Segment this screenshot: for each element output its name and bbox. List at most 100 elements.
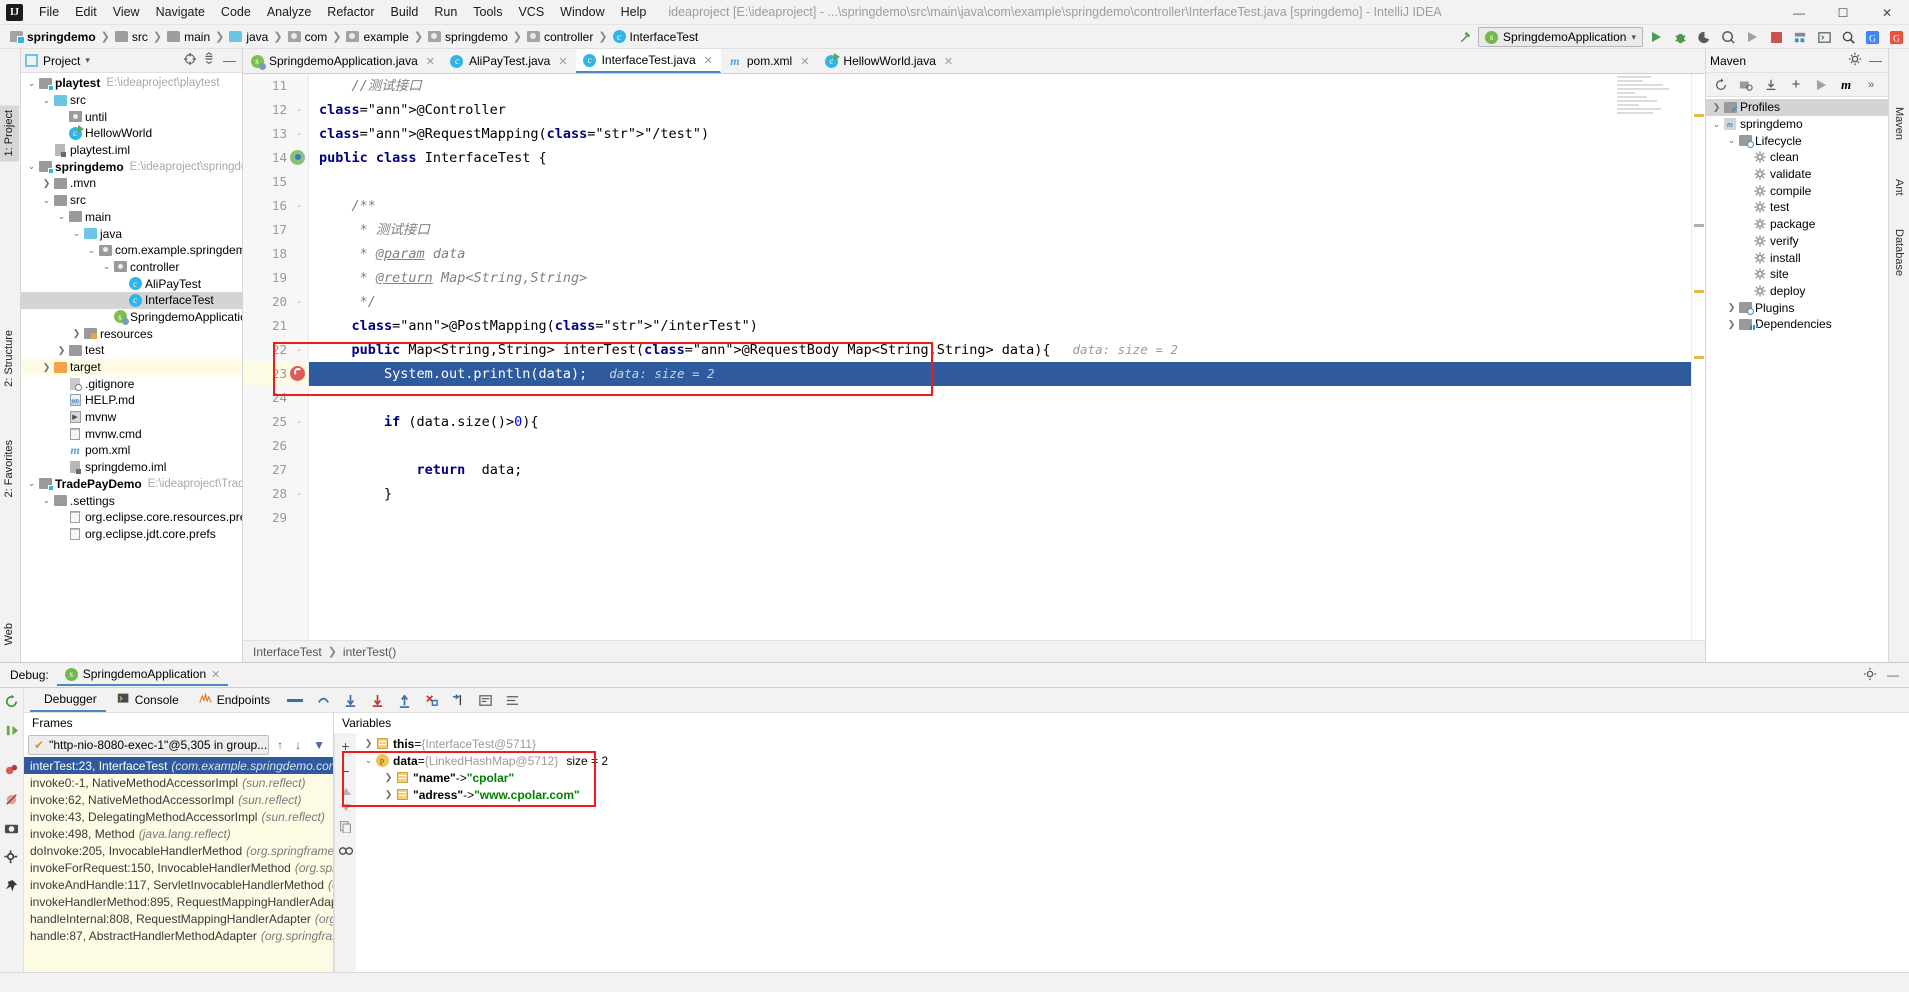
chevron-right-icon[interactable]: ❯ (1725, 319, 1738, 330)
editor-lines[interactable]: //测试接口class="ann">@Controllerclass="ann"… (309, 74, 1705, 640)
gutter-row[interactable]: 28- (243, 482, 308, 506)
project-tree-item[interactable]: cHellowWorld (21, 125, 242, 142)
move-up-icon[interactable] (341, 788, 351, 795)
fold-toggle-icon[interactable]: - (293, 482, 305, 506)
screenshot-icon[interactable] (4, 821, 19, 839)
breadcrumb-java[interactable]: java (225, 29, 272, 45)
menu-window[interactable]: Window (552, 2, 612, 22)
stack-frame-row[interactable]: interTest:23, InterfaceTest(com.example.… (24, 757, 333, 774)
close-icon[interactable]: ✕ (426, 55, 435, 68)
call-stack-frames[interactable]: interTest:23, InterfaceTest(com.example.… (24, 757, 333, 972)
chevron-down-icon[interactable]: ⌄ (1710, 119, 1723, 130)
rail-tab-web[interactable]: Web (0, 618, 19, 650)
menu-file[interactable]: File (31, 2, 67, 22)
chevron-down-icon[interactable]: ⌄ (25, 478, 38, 489)
project-tree-item[interactable]: ⌄java (21, 225, 242, 242)
project-tree-item[interactable]: ❯resources (21, 325, 242, 342)
breadcrumb-interfacetest[interactable]: c InterfaceTest (609, 29, 703, 45)
debug-tab-debugger[interactable]: Debugger (30, 688, 106, 712)
gear-icon[interactable] (1848, 52, 1862, 69)
maven-tree-item[interactable]: deploy (1706, 283, 1888, 300)
project-tree-item[interactable]: ⌄controller (21, 259, 242, 276)
project-tree-item[interactable]: ❯test (21, 342, 242, 359)
chevron-right-icon[interactable]: ❯ (55, 345, 68, 356)
add-icon[interactable]: + (1785, 74, 1807, 96)
chevron-down-icon[interactable]: ⌄ (85, 245, 98, 256)
gutter-row[interactable]: 26 (243, 434, 308, 458)
project-tree-item[interactable]: .gitignore (21, 375, 242, 392)
drop-frame-icon[interactable] (419, 693, 444, 708)
project-tree-item[interactable]: springdemo.iml (21, 459, 242, 476)
chevron-right-icon[interactable]: ❯ (382, 772, 395, 783)
error-stripe[interactable] (1691, 74, 1705, 640)
menu-navigate[interactable]: Navigate (148, 2, 213, 22)
mute-breakpoints-icon[interactable] (4, 792, 19, 810)
minimize-button[interactable]: — (1777, 0, 1821, 25)
code-line[interactable]: /** (309, 194, 1705, 218)
project-tree-item[interactable]: ⌄playtestE:\ideaproject\playtest (21, 75, 242, 92)
menu-view[interactable]: View (105, 2, 148, 22)
maven-tree-item[interactable]: package (1706, 216, 1888, 233)
code-line[interactable]: class="ann">@RequestMapping(class="str">… (309, 122, 1705, 146)
layout-icon[interactable] (287, 699, 303, 702)
maven-tree-item[interactable]: ❯Dependencies (1706, 316, 1888, 333)
project-tree-item[interactable]: cInterfaceTest (21, 292, 242, 309)
project-tree-item[interactable]: ⌄com.example.springdemo (21, 242, 242, 259)
close-icon[interactable]: ✕ (211, 668, 220, 681)
rail-tab-project[interactable]: 1: Project (0, 105, 19, 161)
refresh-icon[interactable] (1710, 74, 1732, 96)
chevron-right-icon[interactable]: ❯ (40, 362, 53, 373)
menu-analyze[interactable]: Analyze (259, 2, 319, 22)
menu-vcs[interactable]: VCS (510, 2, 552, 22)
step-over-icon[interactable] (338, 693, 363, 708)
variable-row[interactable]: ❯this = {InterfaceTest@5711} (356, 735, 1909, 752)
gutter-row[interactable]: 23 (243, 362, 308, 386)
project-tree-item[interactable]: cAliPayTest (21, 275, 242, 292)
code-line[interactable] (309, 170, 1705, 194)
project-tree-item[interactable]: ⌄src (21, 192, 242, 209)
collapse-all-icon[interactable] (202, 52, 216, 69)
maven-tree-item[interactable]: ⌄Lifecycle (1706, 132, 1888, 149)
execute-maven-goal-icon[interactable]: m (1835, 74, 1857, 96)
chevron-down-icon[interactable]: ⌄ (25, 161, 38, 172)
gutter-row[interactable]: 15 (243, 170, 308, 194)
settings-icon[interactable] (500, 693, 525, 708)
chevron-down-icon[interactable]: ⌄ (40, 495, 53, 506)
fold-toggle-icon[interactable]: - (293, 122, 305, 146)
project-tree-item[interactable]: MDHELP.md (21, 392, 242, 409)
search-everywhere-icon[interactable] (1837, 26, 1859, 48)
stack-frame-row[interactable]: invoke0:-1, NativeMethodAccessorImpl(sun… (24, 774, 333, 791)
close-icon[interactable]: ✕ (800, 55, 809, 68)
project-tree-item[interactable]: sSpringdemoApplication (21, 309, 242, 326)
code-line[interactable]: public class InterfaceTest { (309, 146, 1705, 170)
project-tree-item[interactable]: ▶mvnw (21, 409, 242, 426)
rail-tab-database[interactable]: Database (1893, 229, 1905, 276)
menu-help[interactable]: Help (613, 2, 655, 22)
project-tree-item[interactable]: ⌄TradePayDemoE:\ideaproject\TradePay (21, 476, 242, 493)
translate-icon[interactable]: G (1861, 26, 1883, 48)
close-icon[interactable]: ✕ (558, 55, 567, 68)
step-into-icon[interactable] (365, 693, 390, 708)
variables-tree[interactable]: ❯this = {InterfaceTest@5711}⌄pdata = {Li… (356, 733, 1909, 972)
debug-tab-console[interactable]: Console (108, 688, 188, 712)
editor-tab-pom-xml[interactable]: mpom.xml✕ (721, 49, 818, 73)
project-structure-icon[interactable] (1789, 26, 1811, 48)
rail-tab-ant[interactable]: Ant (1893, 179, 1905, 196)
stack-frame-row[interactable]: invokeAndHandle:117, ServletInvocableHan… (24, 876, 333, 893)
maven-tree-item[interactable]: compile (1706, 182, 1888, 199)
chevron-down-icon[interactable]: ▾ (85, 55, 90, 66)
run-with-coverage-icon[interactable] (1693, 26, 1715, 48)
gutter-row[interactable]: 21 (243, 314, 308, 338)
fold-toggle-icon[interactable]: - (293, 410, 305, 434)
editor-tab-alipaytest-java[interactable]: cAliPayTest.java✕ (443, 49, 576, 73)
maven-tree-item[interactable]: verify (1706, 233, 1888, 250)
maven-tree-item[interactable]: ⌄mspringdemo (1706, 116, 1888, 133)
variable-row[interactable]: ⌄pdata = {LinkedHashMap@5712}size = 2 (356, 752, 1909, 769)
code-line[interactable]: */ (309, 290, 1705, 314)
chevron-down-icon[interactable]: ⌄ (362, 755, 375, 766)
code-line[interactable] (309, 434, 1705, 458)
hide-panel-icon[interactable]: — (1887, 668, 1899, 682)
menu-tools[interactable]: Tools (465, 2, 510, 22)
chevron-down-icon[interactable]: ⌄ (25, 78, 38, 89)
stack-frame-row[interactable]: invokeHandlerMethod:895, RequestMappingH… (24, 893, 333, 910)
